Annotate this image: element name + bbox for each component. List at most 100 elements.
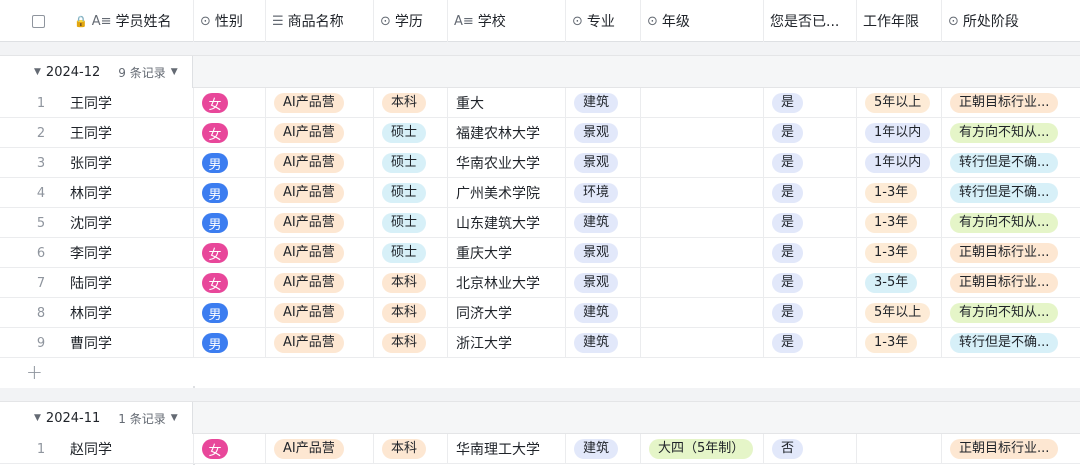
- gender-cell[interactable]: 女: [193, 238, 265, 268]
- grade-cell[interactable]: [640, 178, 763, 208]
- enrolled-cell[interactable]: 否: [763, 434, 856, 464]
- product-cell[interactable]: AI产品营: [265, 178, 373, 208]
- grade-cell[interactable]: [640, 328, 763, 358]
- student-name-cell[interactable]: 王同学: [66, 88, 192, 118]
- student-name-cell[interactable]: 张同学: [66, 148, 192, 178]
- grade-cell[interactable]: [640, 208, 763, 238]
- education-cell[interactable]: 本科: [373, 434, 447, 464]
- product-cell[interactable]: AI产品营: [265, 238, 373, 268]
- table-row[interactable]: 4 林同学 男 AI产品营 硕士 广州美术学院 环境 是 1-3年 转行但是不确...: [0, 178, 1080, 208]
- table-row[interactable]: 5 沈同学 男 AI产品营 硕士 山东建筑大学 建筑 是 1-3年 有方向不知从...: [0, 208, 1080, 238]
- education-cell[interactable]: 硕士: [373, 208, 447, 238]
- grade-cell[interactable]: [640, 298, 763, 328]
- major-cell[interactable]: 建筑: [565, 298, 640, 328]
- grade-cell[interactable]: [640, 88, 763, 118]
- major-cell[interactable]: 景观: [565, 118, 640, 148]
- stage-cell[interactable]: 有方向不知从...: [941, 208, 1080, 238]
- enrolled-cell[interactable]: 是: [763, 178, 856, 208]
- gender-cell[interactable]: 男: [193, 298, 265, 328]
- collapse-triangle-icon[interactable]: ▼: [34, 413, 41, 423]
- gender-cell[interactable]: 女: [193, 118, 265, 148]
- column-header-2[interactable]: ☰ 商品名称: [265, 0, 373, 42]
- table-row[interactable]: 8 林同学 男 AI产品营 本科 同济大学 建筑 是 5年以上 有方向不知从...: [0, 298, 1080, 328]
- gender-cell[interactable]: 男: [193, 148, 265, 178]
- stage-cell[interactable]: 正朝目标行业...: [941, 268, 1080, 298]
- add-record-icon[interactable]: +: [26, 360, 43, 384]
- stage-cell[interactable]: 正朝目标行业...: [941, 434, 1080, 464]
- group-header-label[interactable]: ▼ 2024-12 9 条记录 ▼: [0, 56, 193, 88]
- column-header-0[interactable]: 🔒 A≡ 学员姓名: [68, 0, 193, 42]
- school-cell[interactable]: 重大: [447, 88, 565, 118]
- gender-cell[interactable]: 女: [193, 268, 265, 298]
- school-cell[interactable]: 山东建筑大学: [447, 208, 565, 238]
- major-cell[interactable]: 景观: [565, 268, 640, 298]
- gender-cell[interactable]: 女: [193, 88, 265, 118]
- work-years-cell[interactable]: 1年以内: [856, 118, 941, 148]
- school-cell[interactable]: 福建农林大学: [447, 118, 565, 148]
- grade-cell[interactable]: [640, 238, 763, 268]
- major-cell[interactable]: 建筑: [565, 88, 640, 118]
- select-all-checkbox[interactable]: [32, 14, 45, 28]
- enrolled-cell[interactable]: 是: [763, 148, 856, 178]
- school-cell[interactable]: 广州美术学院: [447, 178, 565, 208]
- column-header-5[interactable]: ⊙ 专业: [565, 0, 640, 42]
- collapse-triangle-icon[interactable]: ▼: [34, 67, 41, 77]
- group-header-label[interactable]: ▼ 2024-11 1 条记录 ▼: [0, 402, 193, 434]
- school-cell[interactable]: 北京林业大学: [447, 268, 565, 298]
- table-row[interactable]: 9 曹同学 男 AI产品营 本科 浙江大学 建筑 是 1-3年 转行但是不确...: [0, 328, 1080, 358]
- grade-cell[interactable]: [640, 268, 763, 298]
- gender-cell[interactable]: 男: [193, 178, 265, 208]
- school-cell[interactable]: 华南理工大学: [447, 434, 565, 464]
- stage-cell[interactable]: 正朝目标行业...: [941, 88, 1080, 118]
- education-cell[interactable]: 本科: [373, 88, 447, 118]
- group-menu-caret-icon[interactable]: ▼: [171, 67, 178, 77]
- column-header-1[interactable]: ⊙ 性别: [193, 0, 265, 42]
- education-cell[interactable]: 本科: [373, 268, 447, 298]
- table-row[interactable]: 2 王同学 女 AI产品营 硕士 福建农林大学 景观 是 1年以内 有方向不知从...: [0, 118, 1080, 148]
- grade-cell[interactable]: [640, 118, 763, 148]
- work-years-cell[interactable]: 1-3年: [856, 238, 941, 268]
- student-name-cell[interactable]: 王同学: [66, 118, 192, 148]
- student-name-cell[interactable]: 陆同学: [66, 268, 192, 298]
- enrolled-cell[interactable]: 是: [763, 238, 856, 268]
- table-row[interactable]: 1 王同学 女 AI产品营 本科 重大 建筑 是 5年以上 正朝目标行业...: [0, 88, 1080, 118]
- group-header[interactable]: ▼ 2024-11 1 条记录 ▼: [0, 402, 1080, 434]
- table-row[interactable]: 3 张同学 男 AI产品营 硕士 华南农业大学 景观 是 1年以内 转行但是不确...: [0, 148, 1080, 178]
- group-menu-caret-icon[interactable]: ▼: [171, 413, 178, 423]
- gender-cell[interactable]: 男: [193, 208, 265, 238]
- enrolled-cell[interactable]: 是: [763, 88, 856, 118]
- enrolled-cell[interactable]: 是: [763, 268, 856, 298]
- education-cell[interactable]: 硕士: [373, 148, 447, 178]
- major-cell[interactable]: 环境: [565, 178, 640, 208]
- student-name-cell[interactable]: 林同学: [66, 298, 192, 328]
- education-cell[interactable]: 硕士: [373, 178, 447, 208]
- school-cell[interactable]: 华南农业大学: [447, 148, 565, 178]
- major-cell[interactable]: 景观: [565, 238, 640, 268]
- work-years-cell[interactable]: 1-3年: [856, 178, 941, 208]
- work-years-cell[interactable]: 1年以内: [856, 148, 941, 178]
- grade-cell[interactable]: 大四（5年制）: [640, 434, 763, 464]
- column-header-6[interactable]: ⊙ 年级: [640, 0, 763, 42]
- work-years-cell[interactable]: 5年以上: [856, 88, 941, 118]
- product-cell[interactable]: AI产品营: [265, 118, 373, 148]
- stage-cell[interactable]: 转行但是不确...: [941, 328, 1080, 358]
- column-header-4[interactable]: A≡ 学校: [447, 0, 565, 42]
- enrolled-cell[interactable]: 是: [763, 208, 856, 238]
- education-cell[interactable]: 硕士: [373, 118, 447, 148]
- stage-cell[interactable]: 转行但是不确...: [941, 178, 1080, 208]
- student-name-cell[interactable]: 赵同学: [66, 434, 192, 464]
- stage-cell[interactable]: 有方向不知从...: [941, 118, 1080, 148]
- table-row[interactable]: 1 赵同学 女 AI产品营 本科 华南理工大学 建筑 大四（5年制） 否 正朝目标行业...: [0, 434, 1080, 464]
- stage-cell[interactable]: 转行但是不确...: [941, 148, 1080, 178]
- work-years-cell[interactable]: 5年以上: [856, 298, 941, 328]
- student-name-cell[interactable]: 李同学: [66, 238, 192, 268]
- product-cell[interactable]: AI产品营: [265, 148, 373, 178]
- major-cell[interactable]: 建筑: [565, 328, 640, 358]
- major-cell[interactable]: 景观: [565, 148, 640, 178]
- product-cell[interactable]: AI产品营: [265, 88, 373, 118]
- gender-cell[interactable]: 女: [193, 434, 265, 464]
- work-years-cell[interactable]: 3-5年: [856, 268, 941, 298]
- product-cell[interactable]: AI产品营: [265, 328, 373, 358]
- school-cell[interactable]: 同济大学: [447, 298, 565, 328]
- school-cell[interactable]: 浙江大学: [447, 328, 565, 358]
